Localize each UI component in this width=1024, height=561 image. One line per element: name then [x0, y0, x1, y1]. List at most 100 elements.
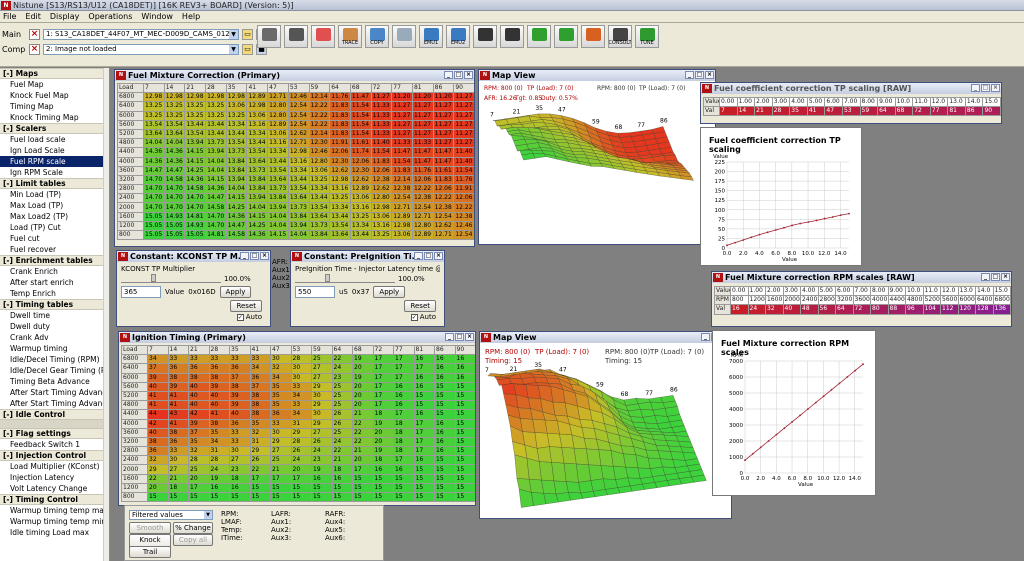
table-cell[interactable]: 15: [311, 491, 333, 503]
emu2-tool-button[interactable]: EMU2: [446, 25, 470, 48]
menu-operations[interactable]: Operations: [88, 12, 132, 21]
sidebar-item[interactable]: Timing Map: [0, 101, 109, 112]
table-cell[interactable]: 15: [413, 491, 435, 503]
table-cell[interactable]: 12.98: [163, 92, 186, 103]
table-cell[interactable]: 13.94: [184, 138, 207, 149]
open-folder-icon[interactable]: ▭: [242, 29, 253, 40]
open-folder-icon[interactable]: ▭: [242, 44, 253, 55]
table-cell[interactable]: 12.89: [349, 184, 372, 195]
table-cell[interactable]: 13.16: [246, 119, 269, 130]
table-cell[interactable]: 28: [188, 455, 210, 466]
table-cell[interactable]: 24: [208, 464, 230, 475]
table-cell[interactable]: 11.91: [329, 138, 351, 149]
table-cell[interactable]: 15: [352, 491, 374, 503]
table-cell[interactable]: 13.34: [225, 119, 248, 130]
table-cell[interactable]: 15: [454, 400, 475, 411]
table-cell[interactable]: 12.46: [308, 147, 331, 158]
table-cell[interactable]: 53: [841, 106, 861, 117]
table-cell[interactable]: 13.54: [267, 165, 289, 176]
table-cell[interactable]: 17: [413, 418, 435, 429]
table-cell[interactable]: 64: [835, 304, 854, 315]
table-cell[interactable]: 15: [290, 491, 312, 503]
table-cell[interactable]: 13.54: [287, 184, 310, 195]
table-cell[interactable]: 12.71: [411, 211, 434, 222]
table-cell[interactable]: 13.25: [163, 101, 186, 112]
table-cell[interactable]: 24: [311, 446, 333, 457]
table-cell[interactable]: 15: [434, 409, 456, 420]
maximize-icon[interactable]: □: [455, 333, 464, 341]
table-cell[interactable]: 16: [393, 390, 415, 402]
table-cell[interactable]: 14.70: [143, 174, 165, 186]
kconst-reset-button[interactable]: Reset: [230, 300, 262, 312]
emu1-tool-button[interactable]: EMU1: [419, 25, 443, 48]
table-cell[interactable]: 15.05: [184, 229, 207, 241]
table-cell[interactable]: 18: [372, 409, 394, 420]
table-cell[interactable]: 12.38: [411, 193, 434, 204]
map-view-2-titlebar[interactable]: NMap View_□×: [480, 332, 731, 343]
table-cell[interactable]: 12.0: [940, 285, 959, 297]
table-cell[interactable]: 26: [311, 436, 333, 448]
table-cell[interactable]: 13.84: [246, 184, 269, 195]
table-cell[interactable]: 39: [167, 381, 189, 392]
table-cell[interactable]: 13.44: [225, 128, 248, 140]
trail-button[interactable]: Trail: [129, 546, 171, 558]
table-cell[interactable]: 22: [249, 464, 271, 475]
table-cell[interactable]: 13.25: [349, 211, 372, 222]
table-cell[interactable]: 13.25: [163, 110, 186, 121]
preignition-auto-checkbox[interactable]: ✓: [410, 313, 418, 321]
table-cell[interactable]: 12.98: [143, 92, 165, 103]
table-cell[interactable]: 13.44: [349, 229, 372, 241]
table-cell[interactable]: 12.38: [432, 202, 455, 213]
table-cell[interactable]: 12.54: [411, 202, 434, 213]
table-cell[interactable]: 21: [270, 464, 292, 475]
table-cell[interactable]: 12.38: [370, 174, 393, 186]
table-cell[interactable]: 13.73: [205, 138, 227, 149]
table-cell[interactable]: 28: [208, 455, 230, 466]
table-cell[interactable]: 80: [870, 304, 889, 315]
table-cell[interactable]: 11.20: [432, 92, 455, 103]
table-cell[interactable]: 9.00: [877, 96, 896, 108]
table-cell[interactable]: 20: [147, 482, 169, 494]
table-cell[interactable]: 13.64: [267, 174, 289, 186]
table-cell[interactable]: 15: [434, 400, 456, 411]
table-cell[interactable]: 19: [372, 446, 394, 457]
table-cell[interactable]: 12.98: [370, 202, 393, 213]
table-cell[interactable]: 20: [352, 363, 374, 374]
table-cell[interactable]: 15: [434, 491, 456, 503]
table-cell[interactable]: 13.25: [370, 229, 393, 241]
table-cell[interactable]: 15: [413, 400, 435, 411]
table-cell[interactable]: 42: [147, 418, 169, 429]
table-cell[interactable]: 40: [147, 427, 169, 438]
table-cell[interactable]: 15: [454, 381, 475, 392]
table-cell[interactable]: 3.00: [782, 285, 801, 297]
table-cell[interactable]: 13.44: [308, 193, 331, 204]
table-cell[interactable]: 1600: [765, 295, 784, 306]
table-cell[interactable]: 14.70: [205, 220, 227, 232]
table-cell[interactable]: 35: [208, 427, 230, 438]
table-cell[interactable]: 15: [413, 482, 435, 494]
table-cell[interactable]: 18: [331, 464, 353, 475]
table-cell[interactable]: 24: [331, 436, 353, 448]
table-cell[interactable]: 12.98: [246, 101, 269, 112]
table-cell[interactable]: 11.27: [391, 119, 413, 130]
preignition-slider[interactable]: [295, 274, 395, 283]
table-cell[interactable]: 15: [413, 464, 435, 475]
table-cell[interactable]: 13.54: [329, 220, 351, 232]
table-cell[interactable]: 12.80: [267, 101, 289, 112]
table-cell[interactable]: 44: [147, 409, 169, 420]
table-cell[interactable]: 27: [229, 455, 251, 466]
table-cell[interactable]: 48: [800, 304, 819, 315]
table-cell[interactable]: 16: [393, 400, 415, 411]
table-cell[interactable]: 32: [249, 427, 271, 438]
table-cell[interactable]: 13.73: [308, 220, 331, 232]
table-cell[interactable]: 15: [167, 491, 189, 503]
table-cell[interactable]: 12.06: [349, 156, 372, 167]
table-cell[interactable]: 13.34: [246, 128, 269, 140]
table-cell[interactable]: 12.54: [287, 110, 310, 121]
close-icon[interactable]: ×: [1001, 273, 1010, 281]
table-cell[interactable]: 14.04: [267, 220, 289, 232]
table-cell[interactable]: 16: [413, 354, 435, 365]
table-cell[interactable]: 40: [147, 381, 169, 392]
table-cell[interactable]: 11.33: [370, 110, 393, 121]
sidebar-item[interactable]: Timing Beta Advance: [0, 376, 109, 387]
